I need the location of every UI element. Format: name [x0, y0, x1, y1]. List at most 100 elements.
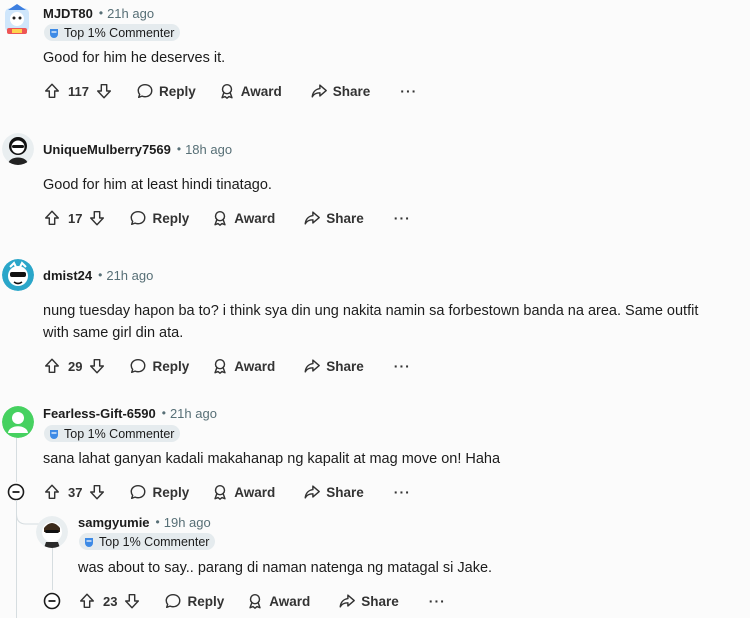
- downvote-button[interactable]: [123, 592, 141, 610]
- badge-label: Top 1% Commenter: [64, 25, 175, 40]
- username[interactable]: Fearless-Gift-6590: [43, 406, 156, 421]
- reply-button[interactable]: Reply: [129, 209, 189, 227]
- vote-count: 23: [103, 593, 118, 609]
- downvote-icon: [88, 483, 106, 501]
- comment-text: Good for him at least hindi tinatago.: [43, 177, 272, 193]
- share-icon: [303, 483, 321, 501]
- comment-meta: Fearless-Gift-6590 • 21h ago: [43, 403, 217, 423]
- more-options-button[interactable]: ···: [429, 593, 446, 609]
- vote-count: 17: [68, 210, 83, 226]
- separator-dot: •: [155, 515, 160, 529]
- avatar[interactable]: [36, 516, 68, 548]
- separator-dot: •: [161, 406, 166, 420]
- more-options-button[interactable]: ···: [400, 83, 417, 99]
- reply-button[interactable]: Reply: [164, 592, 224, 610]
- upvote-button[interactable]: [43, 82, 61, 100]
- comment-meta: dmist24 • 21h ago: [43, 265, 153, 285]
- comment-actions: 29 Reply Award Share ···: [43, 352, 411, 380]
- more-options-button[interactable]: ···: [394, 210, 411, 226]
- collapse-thread-icon[interactable]: [7, 483, 25, 501]
- comment-actions: 117 Reply Award Share ···: [43, 77, 417, 105]
- comment-text-line: nung tuesday hapon ba to? i think sya di…: [43, 303, 699, 319]
- reply-button[interactable]: Reply: [136, 82, 196, 100]
- upvote-icon: [43, 209, 61, 227]
- avatar[interactable]: [2, 259, 34, 291]
- thread-line[interactable]: [16, 434, 17, 482]
- share-button[interactable]: Share: [310, 82, 370, 100]
- more-options-button[interactable]: ···: [394, 358, 411, 374]
- share-button[interactable]: Share: [338, 592, 399, 610]
- award-icon: [246, 592, 264, 610]
- award-icon: [211, 209, 229, 227]
- badge-label: Top 1% Commenter: [64, 426, 175, 441]
- commenter-badge: Top 1% Commenter: [44, 24, 181, 41]
- comment-text: nung tuesday hapon ba to? i think sya di…: [43, 300, 748, 344]
- share-button[interactable]: Share: [303, 357, 364, 375]
- commenter-badge: Top 1% Commenter: [44, 425, 181, 442]
- avatar[interactable]: [2, 2, 32, 36]
- reply-button[interactable]: Reply: [129, 483, 189, 501]
- downvote-button[interactable]: [88, 483, 106, 501]
- award-button[interactable]: Award: [246, 592, 310, 610]
- upvote-icon: [43, 357, 61, 375]
- share-icon: [303, 209, 321, 227]
- comment-actions: 23 Reply Award Share ···: [78, 587, 446, 615]
- share-icon: [338, 592, 356, 610]
- username[interactable]: dmist24: [43, 268, 92, 283]
- comment-actions: 37 Reply Award Share ···: [43, 478, 411, 506]
- commenter-badge: Top 1% Commenter: [79, 533, 216, 550]
- downvote-icon: [88, 357, 106, 375]
- award-icon: [211, 483, 229, 501]
- avatar[interactable]: [2, 406, 34, 438]
- award-icon: [218, 82, 236, 100]
- comment-meta: MJDT80 • 21h ago: [43, 3, 154, 23]
- upvote-button[interactable]: [43, 483, 61, 501]
- reply-icon: [136, 82, 154, 100]
- award-button[interactable]: Award: [211, 209, 275, 227]
- comment-meta: UniqueMulberry7569 • 18h ago: [43, 139, 232, 159]
- vote-count: 37: [68, 484, 83, 500]
- timestamp[interactable]: 21h ago: [106, 268, 153, 283]
- comment-text: sana lahat ganyan kadali makahanap ng ka…: [43, 451, 501, 467]
- downvote-icon: [123, 592, 141, 610]
- username[interactable]: samgyumie: [78, 515, 150, 530]
- downvote-button[interactable]: [88, 209, 106, 227]
- collapse-thread-icon[interactable]: [43, 592, 61, 610]
- comment-meta: samgyumie • 19h ago: [78, 512, 211, 532]
- separator-dot: •: [98, 6, 104, 20]
- upvote-button[interactable]: [43, 209, 61, 227]
- share-icon: [310, 82, 328, 100]
- upvote-icon: [43, 483, 61, 501]
- upvote-icon: [43, 82, 61, 100]
- username[interactable]: UniqueMulberry7569: [43, 142, 171, 157]
- vote-count: 29: [68, 358, 83, 374]
- reply-button[interactable]: Reply: [129, 357, 189, 375]
- award-button[interactable]: Award: [218, 82, 282, 100]
- share-button[interactable]: Share: [303, 483, 364, 501]
- badge-icon: [48, 428, 60, 440]
- reply-icon: [129, 357, 147, 375]
- avatar[interactable]: [2, 133, 34, 165]
- username[interactable]: MJDT80: [43, 6, 93, 21]
- share-button[interactable]: Share: [303, 209, 364, 227]
- award-button[interactable]: Award: [211, 357, 275, 375]
- comment-text-line: with same girl din ata.: [43, 325, 184, 341]
- award-icon: [211, 357, 229, 375]
- timestamp[interactable]: 21h ago: [170, 406, 217, 421]
- reply-icon: [129, 209, 147, 227]
- downvote-button[interactable]: [88, 357, 106, 375]
- thread-line[interactable]: [52, 548, 53, 590]
- separator-dot: •: [98, 268, 103, 282]
- downvote-icon: [95, 82, 113, 100]
- downvote-button[interactable]: [95, 82, 113, 100]
- upvote-button[interactable]: [43, 357, 61, 375]
- timestamp[interactable]: 19h ago: [164, 515, 211, 530]
- timestamp[interactable]: 18h ago: [185, 142, 232, 157]
- upvote-button[interactable]: [78, 592, 96, 610]
- award-button[interactable]: Award: [211, 483, 275, 501]
- comment-actions: 17 Reply Award Share ···: [43, 204, 411, 232]
- share-icon: [303, 357, 321, 375]
- timestamp[interactable]: 21h ago: [107, 6, 154, 21]
- more-options-button[interactable]: ···: [394, 484, 411, 500]
- badge-icon: [83, 536, 95, 548]
